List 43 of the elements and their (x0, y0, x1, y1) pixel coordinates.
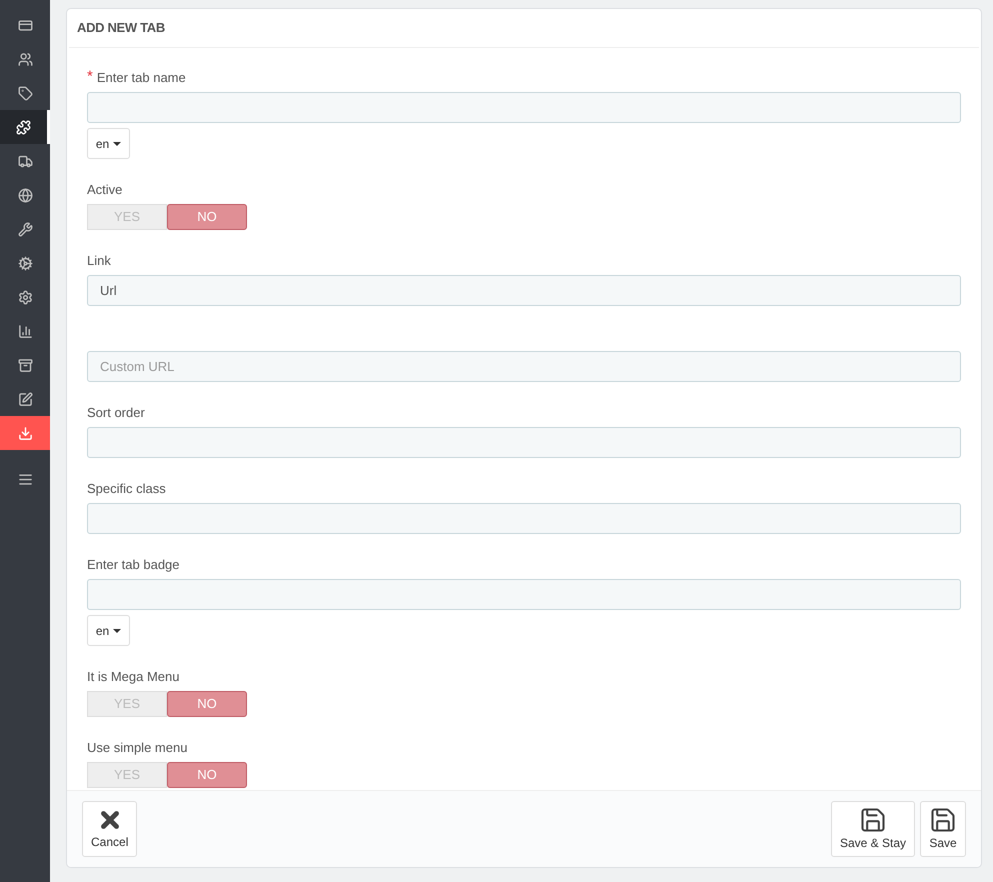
save-button[interactable]: Save & Stay (830, 801, 915, 857)
edit-icon (18, 392, 32, 406)
panel-title: ADD NEW TAB (77, 20, 165, 35)
input-field[interactable]: Url (87, 275, 961, 306)
input-field[interactable] (87, 503, 961, 534)
field-label: Specific class (87, 480, 166, 498)
input-field[interactable] (87, 92, 961, 123)
field-label: Link (87, 252, 111, 270)
puzzle-icon (16, 120, 31, 134)
toggle-option[interactable]: NO (167, 204, 247, 230)
gears-icon (18, 256, 32, 270)
wrench-icon (18, 222, 32, 236)
save-button[interactable]: Save (920, 801, 966, 857)
caret-icon (113, 142, 122, 146)
truck-icon (18, 154, 32, 168)
tag-icon (18, 86, 32, 100)
gear-icon (18, 290, 32, 304)
field-label: Use simple menu (87, 738, 188, 757)
archive-icon (18, 358, 32, 372)
input-field[interactable] (87, 427, 961, 458)
required-mark: * (87, 67, 93, 88)
save-icon (929, 806, 957, 834)
field-label: It is Mega Menu (87, 668, 180, 686)
field-label: Active (87, 180, 122, 199)
field-label: Sort order (87, 404, 145, 422)
users-icon (18, 52, 32, 66)
field-label: Enter tab badge (87, 556, 180, 574)
toggle-option[interactable]: NO (167, 762, 247, 788)
input-field[interactable] (87, 579, 961, 610)
globe-icon (18, 188, 32, 202)
toggle-option[interactable]: NO (167, 691, 247, 717)
language-dropdown[interactable]: en (87, 128, 130, 159)
caret-icon (113, 628, 122, 632)
sidebar-item[interactable] (0, 110, 50, 144)
field-label: Enter tab name (96, 68, 186, 87)
save-icon (858, 806, 887, 834)
card-icon (18, 18, 32, 32)
bar-chart-icon (18, 324, 32, 338)
cancel-button[interactable]: Cancel (82, 801, 138, 857)
language-dropdown[interactable]: en (87, 615, 130, 646)
download-icon (18, 426, 32, 440)
menu-icon (18, 472, 32, 486)
input-field[interactable]: Custom URL (87, 351, 961, 382)
